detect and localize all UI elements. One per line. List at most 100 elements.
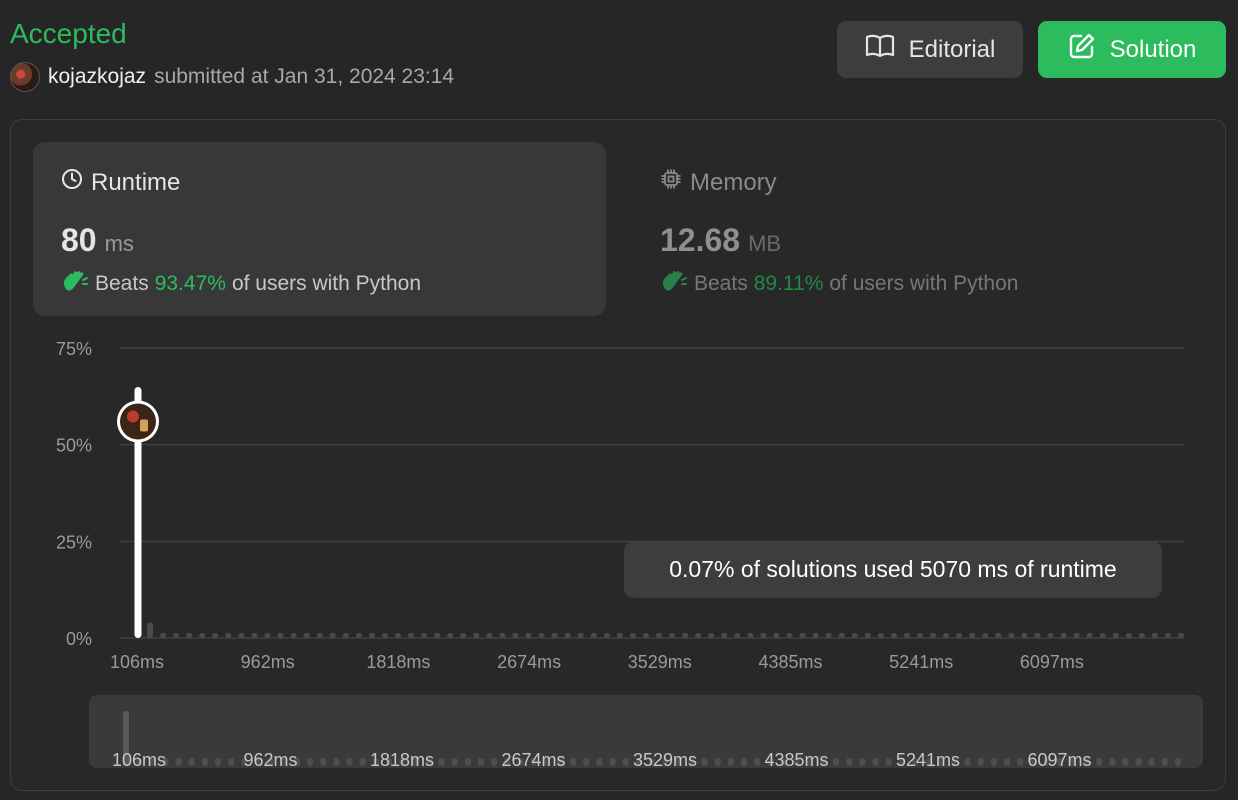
runtime-bar[interactable]: [629, 633, 636, 638]
runtime-bar[interactable]: [851, 633, 858, 638]
runtime-bar[interactable]: [1138, 633, 1145, 638]
runtime-bar[interactable]: [1151, 633, 1158, 638]
runtime-bar[interactable]: [447, 633, 454, 638]
runtime-bar[interactable]: [682, 633, 689, 638]
runtime-card[interactable]: Runtime 80 ms Beats 93.47% of users with…: [33, 142, 606, 316]
runtime-bar[interactable]: [342, 633, 349, 638]
runtime-bar[interactable]: [212, 633, 219, 638]
runtime-bar[interactable]: [838, 633, 845, 638]
runtime-bar[interactable]: [316, 633, 323, 638]
runtime-bar[interactable]: [303, 633, 310, 638]
runtime-bar[interactable]: [355, 633, 362, 638]
runtime-bar[interactable]: [277, 633, 284, 638]
runtime-bar[interactable]: [1073, 633, 1080, 638]
runtime-bar[interactable]: [760, 633, 767, 638]
runtime-bar[interactable]: [864, 633, 871, 638]
runtime-bar[interactable]: [251, 633, 258, 638]
runtime-bar[interactable]: [421, 633, 428, 638]
chart-tooltip: 0.07% of solutions used 5070 ms of runti…: [624, 541, 1162, 598]
runtime-bar[interactable]: [160, 633, 167, 638]
runtime-bar[interactable]: [1034, 633, 1041, 638]
chip-icon: [660, 168, 682, 197]
runtime-bar[interactable]: [1086, 633, 1093, 638]
username-link[interactable]: kojazkojaz: [48, 65, 146, 89]
runtime-bar[interactable]: [499, 633, 506, 638]
brush-bar: [333, 758, 340, 766]
editorial-button[interactable]: Editorial: [837, 21, 1023, 78]
runtime-title-label: Runtime: [91, 168, 181, 196]
runtime-bar[interactable]: [1060, 633, 1067, 638]
runtime-bar[interactable]: [434, 633, 441, 638]
runtime-bar[interactable]: [408, 633, 415, 638]
runtime-bar[interactable]: [1008, 633, 1015, 638]
runtime-bar[interactable]: [642, 633, 649, 638]
runtime-bar[interactable]: [786, 633, 793, 638]
runtime-bar[interactable]: [577, 633, 584, 638]
runtime-bar[interactable]: [264, 633, 271, 638]
runtime-bar[interactable]: [995, 633, 1002, 638]
runtime-bar[interactable]: [708, 633, 715, 638]
runtime-bar[interactable]: [930, 633, 937, 638]
runtime-bar[interactable]: [238, 633, 245, 638]
runtime-bar[interactable]: [473, 633, 480, 638]
runtime-bar[interactable]: [199, 633, 206, 638]
runtime-bar[interactable]: [1047, 633, 1054, 638]
runtime-bar[interactable]: [982, 633, 989, 638]
brush-bar: [307, 758, 314, 766]
runtime-bar[interactable]: [1112, 633, 1119, 638]
brush-bar: [359, 758, 366, 766]
avatar[interactable]: [10, 62, 40, 92]
runtime-beats-label: Beats: [95, 272, 149, 295]
solution-label: Solution: [1109, 35, 1197, 63]
runtime-bar[interactable]: [1125, 633, 1132, 638]
runtime-bar[interactable]: [225, 633, 232, 638]
runtime-bar[interactable]: [773, 633, 780, 638]
runtime-bar[interactable]: [381, 633, 388, 638]
runtime-bar[interactable]: [695, 633, 702, 638]
runtime-bar[interactable]: [825, 633, 832, 638]
runtime-bar[interactable]: [551, 633, 558, 638]
runtime-bar[interactable]: [616, 633, 623, 638]
runtime-bar[interactable]: [603, 633, 610, 638]
brush-bar: [741, 758, 748, 766]
runtime-bar[interactable]: [538, 633, 545, 638]
runtime-bar[interactable]: [395, 633, 401, 638]
runtime-bar[interactable]: [669, 633, 676, 638]
runtime-bar[interactable]: [956, 633, 963, 638]
runtime-bar[interactable]: [747, 633, 754, 638]
submitted-timestamp: submitted at Jan 31, 2024 23:14: [154, 65, 455, 88]
runtime-bar[interactable]: [1021, 633, 1028, 638]
runtime-bar[interactable]: [890, 633, 897, 638]
runtime-bar[interactable]: [1178, 633, 1184, 638]
runtime-bar[interactable]: [734, 633, 741, 638]
runtime-bar[interactable]: [186, 633, 193, 638]
runtime-bar[interactable]: [486, 633, 493, 638]
runtime-bar[interactable]: [460, 633, 467, 638]
runtime-bar[interactable]: [1164, 633, 1171, 638]
runtime-bar[interactable]: [943, 633, 950, 638]
book-icon: [865, 33, 895, 66]
runtime-bar[interactable]: [512, 633, 519, 638]
runtime-bar[interactable]: [656, 633, 662, 638]
runtime-bar[interactable]: [147, 622, 154, 638]
runtime-bar[interactable]: [799, 633, 806, 638]
solution-button[interactable]: Solution: [1038, 21, 1226, 78]
brush-tick-label: 2674ms: [501, 750, 565, 770]
runtime-bar[interactable]: [329, 633, 336, 638]
runtime-bar[interactable]: [812, 633, 819, 638]
runtime-bar[interactable]: [969, 633, 976, 638]
runtime-bar[interactable]: [1099, 633, 1106, 638]
runtime-bar[interactable]: [917, 633, 923, 638]
runtime-bar[interactable]: [368, 633, 375, 638]
runtime-bar[interactable]: [173, 633, 180, 638]
x-tick-label: 962ms: [241, 652, 295, 672]
runtime-bar[interactable]: [564, 633, 571, 638]
runtime-bar[interactable]: [525, 633, 532, 638]
memory-card[interactable]: Memory 12.68 MB Beats 89.11% of users wi…: [632, 142, 1205, 316]
runtime-bar[interactable]: [903, 633, 910, 638]
runtime-bar[interactable]: [721, 633, 728, 638]
runtime-bar[interactable]: [290, 633, 297, 638]
memory-title-label: Memory: [690, 168, 777, 196]
runtime-bar[interactable]: [590, 633, 597, 638]
runtime-bar[interactable]: [877, 633, 884, 638]
